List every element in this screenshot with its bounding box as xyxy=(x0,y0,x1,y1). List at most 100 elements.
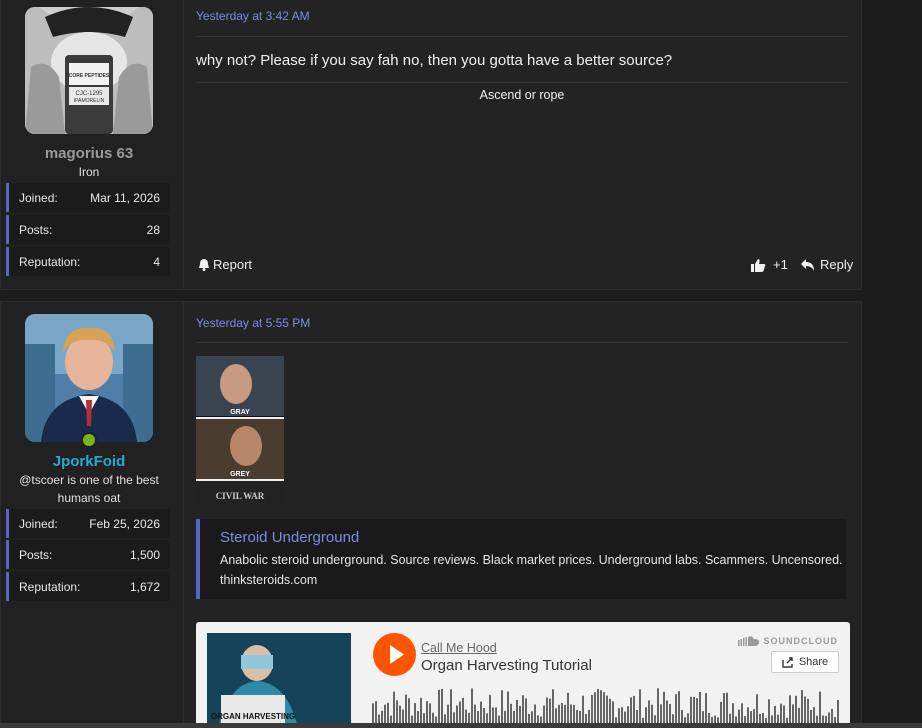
waveform-bar xyxy=(693,697,695,726)
embed-description: Anabolic steroid underground. Source rev… xyxy=(220,553,843,567)
waveform-bar xyxy=(609,698,611,726)
stat-value: Feb 25, 2026 xyxy=(89,517,160,531)
waveform-bar xyxy=(690,696,692,726)
avatar-image: CORE PEPTIDES CJC-1295 IPAMORELIN xyxy=(25,7,153,134)
share-button[interactable]: Share xyxy=(771,651,839,673)
meme-label-1: GRAY xyxy=(230,409,250,416)
post-date[interactable]: Yesterday at 3:42 AM xyxy=(196,9,310,23)
waveform-bar xyxy=(420,697,422,726)
stat-joined: Joined: Mar 11, 2026 xyxy=(6,183,170,212)
waveform-bar xyxy=(696,698,698,726)
artwork-image: ORGAN HARVESTING xyxy=(207,633,351,728)
waveform-bar xyxy=(525,698,527,726)
share-label: Share xyxy=(798,656,829,668)
track-artist[interactable]: Call Me Hood xyxy=(421,641,497,655)
stat-value: 1,500 xyxy=(129,548,160,562)
avatar[interactable] xyxy=(25,314,153,442)
waveform-bar xyxy=(603,692,605,726)
waveform-bar xyxy=(723,693,725,726)
waveform-bar xyxy=(630,697,632,726)
stat-label: Joined: xyxy=(19,517,58,531)
divider xyxy=(196,36,848,37)
online-indicator xyxy=(81,432,97,448)
waveform-bar xyxy=(408,698,410,726)
waveform-bar xyxy=(438,689,440,726)
meme-picture: GRAY GREY CIVIL WAR xyxy=(196,356,284,506)
waveform-bar xyxy=(678,691,680,726)
report-button[interactable]: Report xyxy=(198,257,252,272)
soundcloud-logo[interactable]: SOUNDCLOUD xyxy=(737,636,839,646)
meme-label-2: GREY xyxy=(230,471,250,478)
waveform-bar xyxy=(549,698,551,726)
stat-label: Reputation: xyxy=(19,255,81,269)
signature: Ascend or rope xyxy=(479,88,565,102)
meme-label-3: CIVIL WAR xyxy=(216,491,265,501)
reaction-button[interactable]: +1 xyxy=(751,257,788,272)
waveform-bar xyxy=(546,697,548,726)
play-button[interactable] xyxy=(373,633,416,676)
avatar-image xyxy=(25,314,153,442)
waveform-bar xyxy=(552,689,554,726)
report-label: Report xyxy=(213,257,253,272)
reaction-count: +1 xyxy=(773,257,788,272)
soundcloud-brand: SOUNDCLOUD xyxy=(763,636,838,646)
waveform-bar xyxy=(462,697,464,726)
track-artwork[interactable]: ORGAN HARVESTING xyxy=(207,633,351,728)
stat-posts: Posts: 28 xyxy=(6,215,170,244)
bottom-scrollbar[interactable] xyxy=(0,723,922,728)
soundcloud-embed: ORGAN HARVESTING Call Me Hood Organ Harv… xyxy=(196,622,850,728)
embed-title[interactable]: Steroid Underground xyxy=(220,529,359,546)
username[interactable]: JporkFoid xyxy=(1,453,177,470)
play-icon xyxy=(390,645,404,664)
waveform-bar xyxy=(597,688,599,726)
waveform-bar xyxy=(405,694,407,726)
link-embed[interactable]: Steroid Underground Anabolic steroid und… xyxy=(196,519,846,599)
waveform[interactable] xyxy=(372,686,842,726)
avatar[interactable]: CORE PEPTIDES CJC-1295 IPAMORELIN xyxy=(25,7,153,134)
reply-label: Reply xyxy=(820,257,854,272)
stat-reputation: Reputation: 1,672 xyxy=(6,572,170,601)
avatar-label-2: CJC-1295 xyxy=(75,91,103,97)
username[interactable]: magorius 63 xyxy=(1,145,177,162)
stat-posts: Posts: 1,500 xyxy=(6,540,170,569)
avatar-label-3: IPAMORELIN xyxy=(74,98,105,104)
waveform-bar xyxy=(501,690,503,726)
waveform-bar xyxy=(768,699,770,726)
stat-label: Reputation: xyxy=(19,580,81,594)
waveform-bar xyxy=(489,694,491,726)
reply-icon xyxy=(801,258,814,271)
stat-reputation: Reputation: 4 xyxy=(6,247,170,276)
post: CORE PEPTIDES CJC-1295 IPAMORELIN magori… xyxy=(0,0,862,290)
post-date[interactable]: Yesterday at 5:55 PM xyxy=(196,316,310,330)
waveform-bar xyxy=(705,693,707,726)
artwork-label: ORGAN HARVESTING xyxy=(211,712,295,721)
waveform-bar xyxy=(663,691,665,726)
soundcloud-icon xyxy=(737,636,759,646)
stat-label: Posts: xyxy=(19,223,53,237)
user-title: Iron xyxy=(78,165,100,179)
waveform-bar xyxy=(726,692,728,726)
stat-label: Posts: xyxy=(19,548,53,562)
waveform-bar xyxy=(801,690,803,726)
stat-value: 4 xyxy=(153,255,160,269)
waveform-bar xyxy=(450,689,452,726)
waveform-bar xyxy=(795,695,797,726)
waveform-bar xyxy=(567,692,569,726)
waveform-bar xyxy=(675,694,677,726)
waveform-bar xyxy=(699,691,701,726)
waveform-bar xyxy=(591,695,593,726)
waveform-bar xyxy=(819,691,821,726)
waveform-bar xyxy=(582,695,584,726)
user-title: @tscoer is one of the best humans oat xyxy=(19,473,159,505)
bell-icon xyxy=(199,259,209,271)
waveform-bar xyxy=(633,695,635,726)
track-title[interactable]: Organ Harvesting Tutorial xyxy=(421,657,592,674)
user-pane: JporkFoid @tscoer is one of the best hum… xyxy=(1,302,184,728)
embed-domain: thinksteroids.com xyxy=(220,573,318,587)
avatar-label-1: CORE PEPTIDES xyxy=(69,73,110,79)
reply-button[interactable]: Reply xyxy=(801,257,853,272)
waveform-bar xyxy=(639,689,641,726)
meme-image[interactable]: GRAY GREY CIVIL WAR xyxy=(196,356,284,506)
waveform-bar xyxy=(471,688,473,726)
waveform-bar xyxy=(507,691,509,726)
